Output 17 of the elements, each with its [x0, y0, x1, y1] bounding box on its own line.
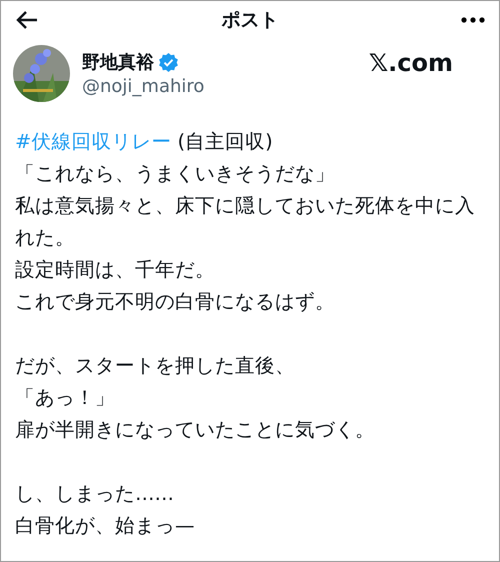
post-text: 設定時間は、千年だ。: [15, 257, 216, 283]
post-text: 扉が半開きになっていたことに気づく。: [15, 417, 376, 443]
page-title: ポスト: [222, 8, 278, 33]
post-text: だが、スタートを押した直後、: [15, 353, 296, 379]
author-name: 野地真裕: [82, 51, 154, 74]
more-icon[interactable]: [461, 17, 485, 23]
post-text: 「あっ！」: [15, 385, 116, 411]
post-text: し、しまった……: [15, 481, 175, 507]
post-text: 「これなら、うまくいきそうだな」: [15, 161, 336, 187]
post-text: 私は意気揚々と、床下に隠しておいた死体を中に入れた。: [15, 193, 476, 251]
post-text: 白骨化が、始まっ—: [15, 513, 196, 539]
back-arrow-icon[interactable]: [15, 10, 39, 30]
source-label: 𝕏.com: [368, 49, 453, 77]
hashtag-link[interactable]: #伏線回収リレー: [15, 130, 172, 153]
post-text: これで身元不明の白骨になるはず。: [15, 289, 336, 315]
post-text: (自主回収): [178, 130, 273, 153]
author-handle: @noji_mahiro: [82, 76, 206, 97]
